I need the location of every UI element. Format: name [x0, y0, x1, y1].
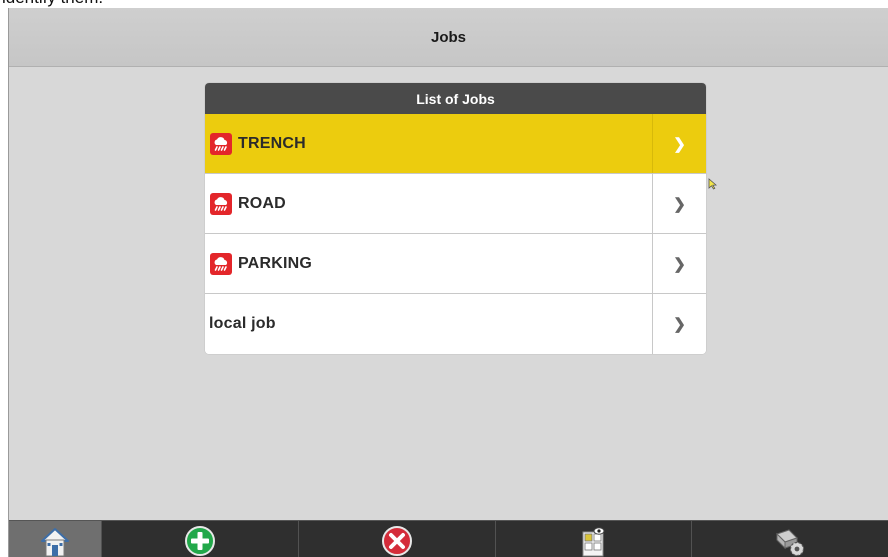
chevron-right-icon[interactable]: ❯	[652, 294, 706, 354]
app-window: Jobs List of Jobs TRENCH ❯ ROAD ❯ PARKIN…	[8, 8, 888, 557]
job-row-trench[interactable]: TRENCH ❯	[205, 114, 706, 174]
jobs-panel-title: List of Jobs	[205, 83, 706, 114]
cloud-job-icon	[210, 132, 232, 155]
mouse-cursor-icon	[708, 178, 718, 190]
job-info-button[interactable]	[496, 521, 693, 557]
caption-strip: identify them.	[0, 0, 888, 8]
cloud-job-icon	[210, 252, 232, 275]
caption-text: identify them.	[2, 0, 103, 8]
delete-job-button[interactable]	[299, 521, 496, 557]
machine-settings-button[interactable]	[692, 521, 888, 557]
machine-settings-icon	[776, 529, 805, 557]
add-job-button[interactable]	[102, 521, 299, 557]
job-row-road[interactable]: ROAD ❯	[205, 174, 706, 234]
delete-icon	[381, 526, 412, 556]
add-icon	[184, 526, 215, 556]
home-button[interactable]	[9, 521, 102, 557]
jobs-panel: List of Jobs TRENCH ❯ ROAD ❯ PARKING ❯ l…	[205, 83, 706, 354]
job-name: local job	[209, 315, 276, 332]
job-name: PARKING	[238, 254, 312, 272]
chevron-right-icon[interactable]: ❯	[652, 174, 706, 233]
job-name: ROAD	[238, 194, 286, 212]
cloud-job-icon	[210, 192, 232, 215]
job-name: TRENCH	[238, 134, 306, 152]
chevron-right-icon[interactable]: ❯	[652, 114, 706, 173]
chevron-right-icon[interactable]: ❯	[652, 234, 706, 293]
job-row-parking[interactable]: PARKING ❯	[205, 234, 706, 294]
job-info-icon	[582, 527, 605, 557]
bottom-toolbar	[9, 520, 888, 557]
job-row-local-job[interactable]: local job ❯	[205, 294, 706, 354]
page-title: Jobs	[9, 8, 888, 67]
home-icon	[41, 528, 69, 557]
